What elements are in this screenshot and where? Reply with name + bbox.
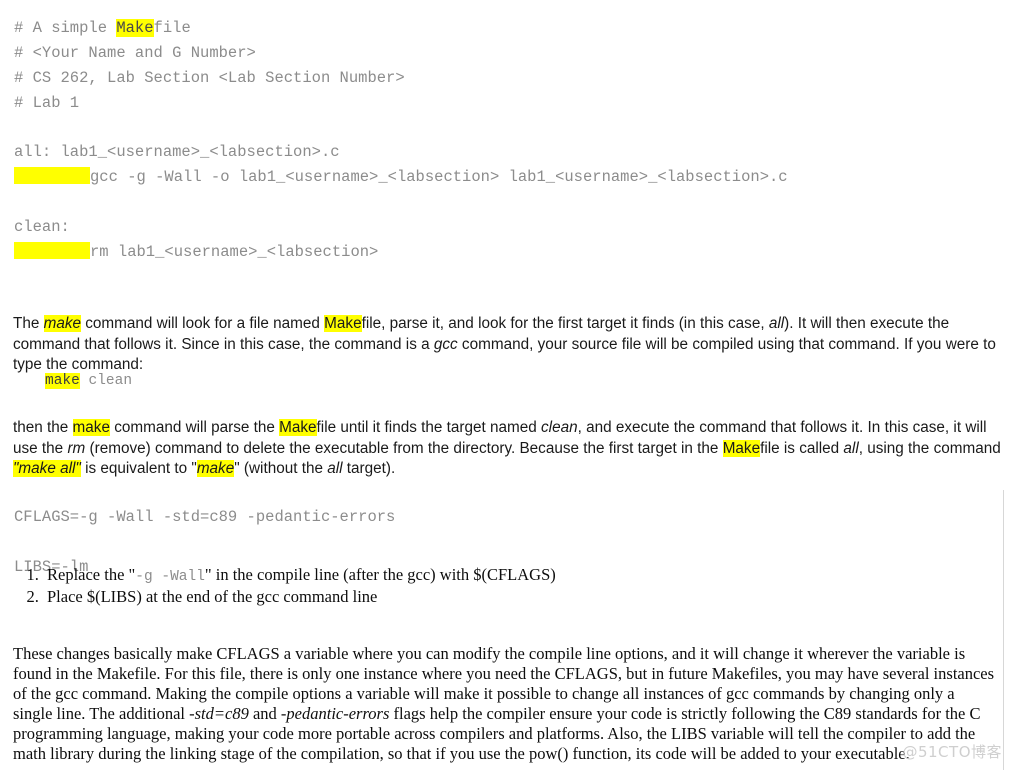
pc-highlight-make-2: Make [279, 419, 317, 437]
pc-s7: , using the command [858, 439, 1001, 457]
all-recipe-line: gcc -g -Wall -o lab1_<username>_<labsect… [90, 168, 788, 186]
comment-line-4: # Lab 1 [14, 94, 80, 112]
pc-italic-rm: rm [67, 439, 86, 457]
makefile-comment-header: # A simple Makefile # <Your Name and G N… [14, 16, 405, 116]
pc-s5: (remove) command to delete the executabl… [85, 439, 723, 457]
clean-recipe-line: rm lab1_<username>_<labsection> [90, 243, 379, 261]
right-edge-divider [1003, 490, 1004, 770]
document-page: # A simple Makefile # <Your Name and G N… [0, 0, 1010, 770]
pc-italic-all-2: all [327, 460, 343, 478]
pc-s8: is equivalent to " [80, 460, 197, 478]
pc-highlight-make-4: make [196, 460, 235, 478]
clean-target-line: clean: [14, 218, 70, 236]
pc-s10: target). [342, 460, 396, 478]
pc-highlight-make-1: make [72, 419, 110, 437]
pc-s1: then the [13, 419, 73, 437]
all-target-line: all: lab1_<username>_<labsection>.c [14, 143, 340, 161]
paragraph-make-behaviour: The make command will look for a file na… [13, 314, 1008, 376]
pm-highlight-make: make [43, 315, 82, 333]
step-2-pre: Place $(LIBS) at the end of the gcc comm… [47, 587, 378, 606]
pm-highlight-makefile: Make [324, 315, 362, 333]
tab-highlight-clean [14, 242, 90, 259]
comment-line-1-pre: # A simple [14, 19, 117, 37]
ps-italic-pedantic: -pedantic-errors [280, 703, 390, 723]
cflags-line: CFLAGS=-g -Wall -std=c89 -pedantic-error… [14, 508, 396, 526]
pc-s3: file until it finds the target named [316, 419, 542, 437]
step-1-code: -g -Wall [135, 569, 205, 585]
list-item: Replace the "-g -Wall" in the compile li… [43, 565, 556, 587]
pc-italic-all-1: all [843, 439, 859, 457]
pc-highlight-make-all: "make all" [13, 460, 81, 478]
pm-s2: command will look for a file named [81, 315, 325, 333]
highlight-make-1: Make [116, 19, 154, 37]
pc-s9: " (without the [234, 460, 328, 478]
paragraph-summary: These changes basically make CFLAGS a va… [13, 644, 997, 764]
pc-s2: command will parse the [109, 419, 280, 437]
pm-s3: file, parse it, and look for the first t… [361, 315, 769, 333]
instruction-steps-list: Replace the "-g -Wall" in the compile li… [13, 565, 556, 609]
makefile-rules-block: all: lab1_<username>_<labsection>.c gcc … [14, 140, 788, 265]
pc-italic-clean: clean [541, 419, 578, 437]
site-watermark: @51CTO博客 [902, 743, 1002, 761]
pc-highlight-make-3: Make [722, 439, 761, 457]
comment-line-2: # <Your Name and G Number> [14, 44, 256, 62]
comment-line-1: # A simple Makefile [14, 19, 191, 37]
pm-italic-gcc: gcc [433, 335, 458, 353]
pm-italic-all: all [768, 315, 785, 333]
comment-line-3: # CS 262, Lab Section <Lab Section Numbe… [14, 69, 405, 87]
command-keyword-make: make [45, 373, 80, 389]
command-arg-clean: clean [79, 373, 133, 389]
ps-s2: and [248, 703, 281, 723]
pc-s6: file is called [760, 439, 844, 457]
step-1-pre: Replace the " [47, 565, 136, 584]
step-1-post: " in the compile line (after the gcc) wi… [204, 565, 556, 584]
paragraph-clean-behaviour: then the make command will parse the Mak… [13, 418, 1008, 480]
pm-s1: The [13, 315, 44, 333]
list-item: Place $(LIBS) at the end of the gcc comm… [43, 587, 556, 609]
command-example-make-clean: make clean [45, 371, 132, 391]
tab-highlight-all [14, 167, 90, 184]
ps-italic-std: -std=c89 [189, 703, 249, 723]
comment-line-1-post: file [153, 19, 191, 37]
